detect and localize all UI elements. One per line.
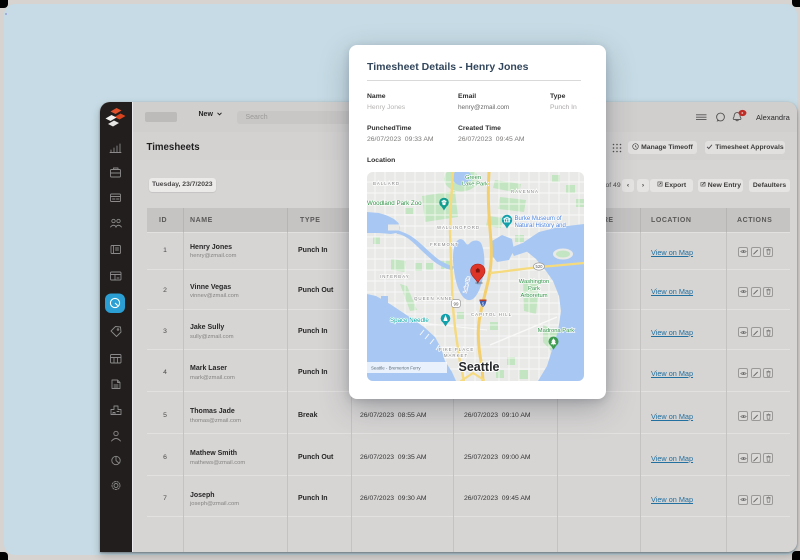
svg-text:Burke Museum of: Burke Museum of — [515, 216, 562, 222]
svg-text:Park: Park — [528, 286, 540, 292]
svg-text:Arboretum: Arboretum — [520, 293, 547, 299]
svg-text:Washington: Washington — [519, 279, 549, 285]
svg-text:QUEEN ANNE: QUEEN ANNE — [414, 296, 453, 301]
svg-text:Seattle: Seattle — [459, 360, 500, 374]
svg-text:Lake Park: Lake Park — [462, 182, 488, 188]
svg-text:MARKET: MARKET — [444, 353, 468, 358]
svg-text:Natural History and: Natural History and — [515, 223, 566, 229]
svg-text:Madrona Park: Madrona Park — [538, 328, 575, 334]
svg-text:PIKE PLACE: PIKE PLACE — [439, 347, 475, 352]
svg-text:WALLINGFORD: WALLINGFORD — [437, 225, 480, 230]
svg-text:FREMONT: FREMONT — [430, 242, 459, 247]
svg-text:Green: Green — [465, 175, 481, 181]
svg-text:99: 99 — [453, 302, 459, 307]
svg-text:INTERBAY: INTERBAY — [380, 274, 410, 279]
svg-text:Space Needle: Space Needle — [390, 317, 429, 324]
svg-text:CAPITOL HILL: CAPITOL HILL — [471, 312, 512, 317]
svg-text:RAVENNA: RAVENNA — [511, 189, 539, 194]
svg-text:BALLARD: BALLARD — [373, 181, 400, 186]
svg-text:Woodland Park Zoo: Woodland Park Zoo — [367, 200, 422, 207]
svg-text:Seattle - Bremerton Ferry: Seattle - Bremerton Ferry — [371, 366, 421, 371]
svg-text:520: 520 — [536, 264, 544, 269]
